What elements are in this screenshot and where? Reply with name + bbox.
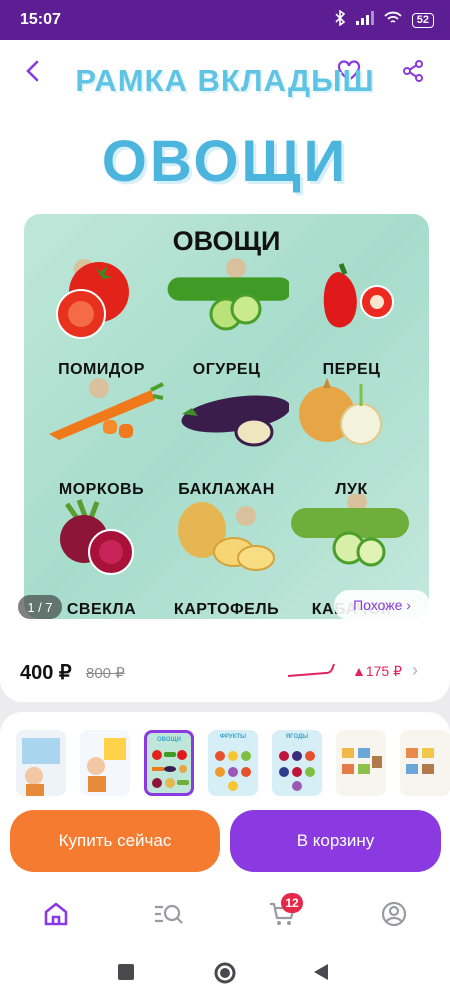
home-system-button[interactable] bbox=[214, 962, 236, 989]
share-button[interactable] bbox=[398, 56, 428, 86]
poster-item-label: КАРТОФЕЛЬ bbox=[173, 601, 280, 618]
chevron-left-icon bbox=[26, 60, 39, 82]
signal-icon bbox=[355, 10, 374, 30]
image-counter: 1 / 7 bbox=[18, 595, 62, 619]
poster-item-cucumber: ОГУРЕЦ bbox=[164, 254, 289, 379]
recents-button[interactable] bbox=[118, 964, 134, 985]
product-header-title: РАМКА ВКЛАДЫШ bbox=[75, 63, 375, 98]
zucchini-icon bbox=[291, 494, 409, 567]
thumbnail-selected[interactable]: ОВОЩИ bbox=[144, 730, 194, 796]
thumbnail[interactable] bbox=[16, 730, 66, 796]
similar-button[interactable]: Похоже › bbox=[334, 590, 430, 620]
profile-icon bbox=[381, 901, 407, 927]
status-time: 15:07 bbox=[20, 11, 61, 28]
thumbnail[interactable] bbox=[336, 730, 386, 796]
poster-title: ОВОЩИ bbox=[172, 226, 281, 256]
potato-icon bbox=[178, 502, 275, 571]
home-icon bbox=[44, 902, 68, 926]
buy-now-button[interactable]: Купить сейчас bbox=[10, 810, 220, 872]
thumbnail-caption: ФРУКТЫ bbox=[219, 734, 247, 740]
price-delta: ▲175 ₽ bbox=[352, 663, 403, 679]
poster-item-tomato: ПОМИДОР bbox=[39, 254, 164, 379]
thumbnail[interactable] bbox=[80, 730, 130, 796]
cart-badge: 12 bbox=[281, 893, 303, 913]
add-to-cart-button[interactable]: В корзину bbox=[230, 810, 441, 872]
thumbnail-strip: ОВОЩИ ФРУКТЫ ЯГОДЫ bbox=[16, 730, 450, 796]
current-price: 400 ₽ bbox=[20, 662, 72, 684]
product-header-subtitle: ОВОЩИ bbox=[101, 129, 349, 194]
triangle-back-icon bbox=[314, 964, 328, 980]
poster-item-eggplant: БАКЛАЖАН bbox=[164, 374, 289, 499]
poster-item-carrot: МОРКОВЬ bbox=[39, 374, 164, 499]
old-price: 800 ₽ bbox=[86, 665, 125, 682]
pepper-icon bbox=[323, 263, 394, 328]
circle-icon bbox=[214, 962, 236, 984]
back-system-button[interactable] bbox=[312, 963, 330, 986]
bluetooth-icon bbox=[334, 8, 346, 31]
poster-item-potato: КАРТОФЕЛЬ bbox=[164, 494, 289, 619]
onion-icon bbox=[299, 378, 382, 445]
price-trend-icon[interactable] bbox=[286, 662, 338, 685]
share-icon bbox=[403, 60, 423, 82]
thumbnail-caption: ЯГОДЫ bbox=[285, 734, 309, 740]
thumbnail-caption: ОВОЩИ bbox=[157, 737, 181, 743]
beet-icon bbox=[60, 499, 134, 575]
thumbnail[interactable]: ЯГОДЫ bbox=[272, 730, 322, 796]
price-history-chevron-icon[interactable]: › bbox=[412, 660, 418, 681]
poster-item-onion: ЛУК bbox=[289, 374, 414, 499]
wifi-icon bbox=[384, 11, 402, 30]
thumbnail[interactable]: ФРУКТЫ bbox=[208, 730, 258, 796]
eggplant-icon bbox=[181, 395, 289, 447]
carrot-icon bbox=[49, 378, 164, 440]
product-image[interactable]: ОВОЩИ ПОМИДОР ОГУРЕЦ ПЕРЕЦ МОРКОВЬ БАКЛА… bbox=[24, 214, 429, 619]
tab-home[interactable] bbox=[42, 900, 72, 930]
cucumber-icon bbox=[167, 258, 289, 331]
thumbnail[interactable] bbox=[400, 730, 450, 796]
poster-item-pepper: ПЕРЕЦ bbox=[289, 254, 414, 379]
battery-indicator: 52 bbox=[411, 12, 434, 28]
tab-catalog-search[interactable] bbox=[153, 900, 183, 930]
tomato-icon bbox=[56, 259, 129, 339]
square-icon bbox=[118, 964, 134, 980]
back-button[interactable] bbox=[18, 56, 48, 86]
status-bar: 15:07 52 bbox=[0, 0, 450, 40]
tab-profile[interactable] bbox=[380, 900, 410, 930]
catalog-search-icon bbox=[155, 904, 183, 924]
